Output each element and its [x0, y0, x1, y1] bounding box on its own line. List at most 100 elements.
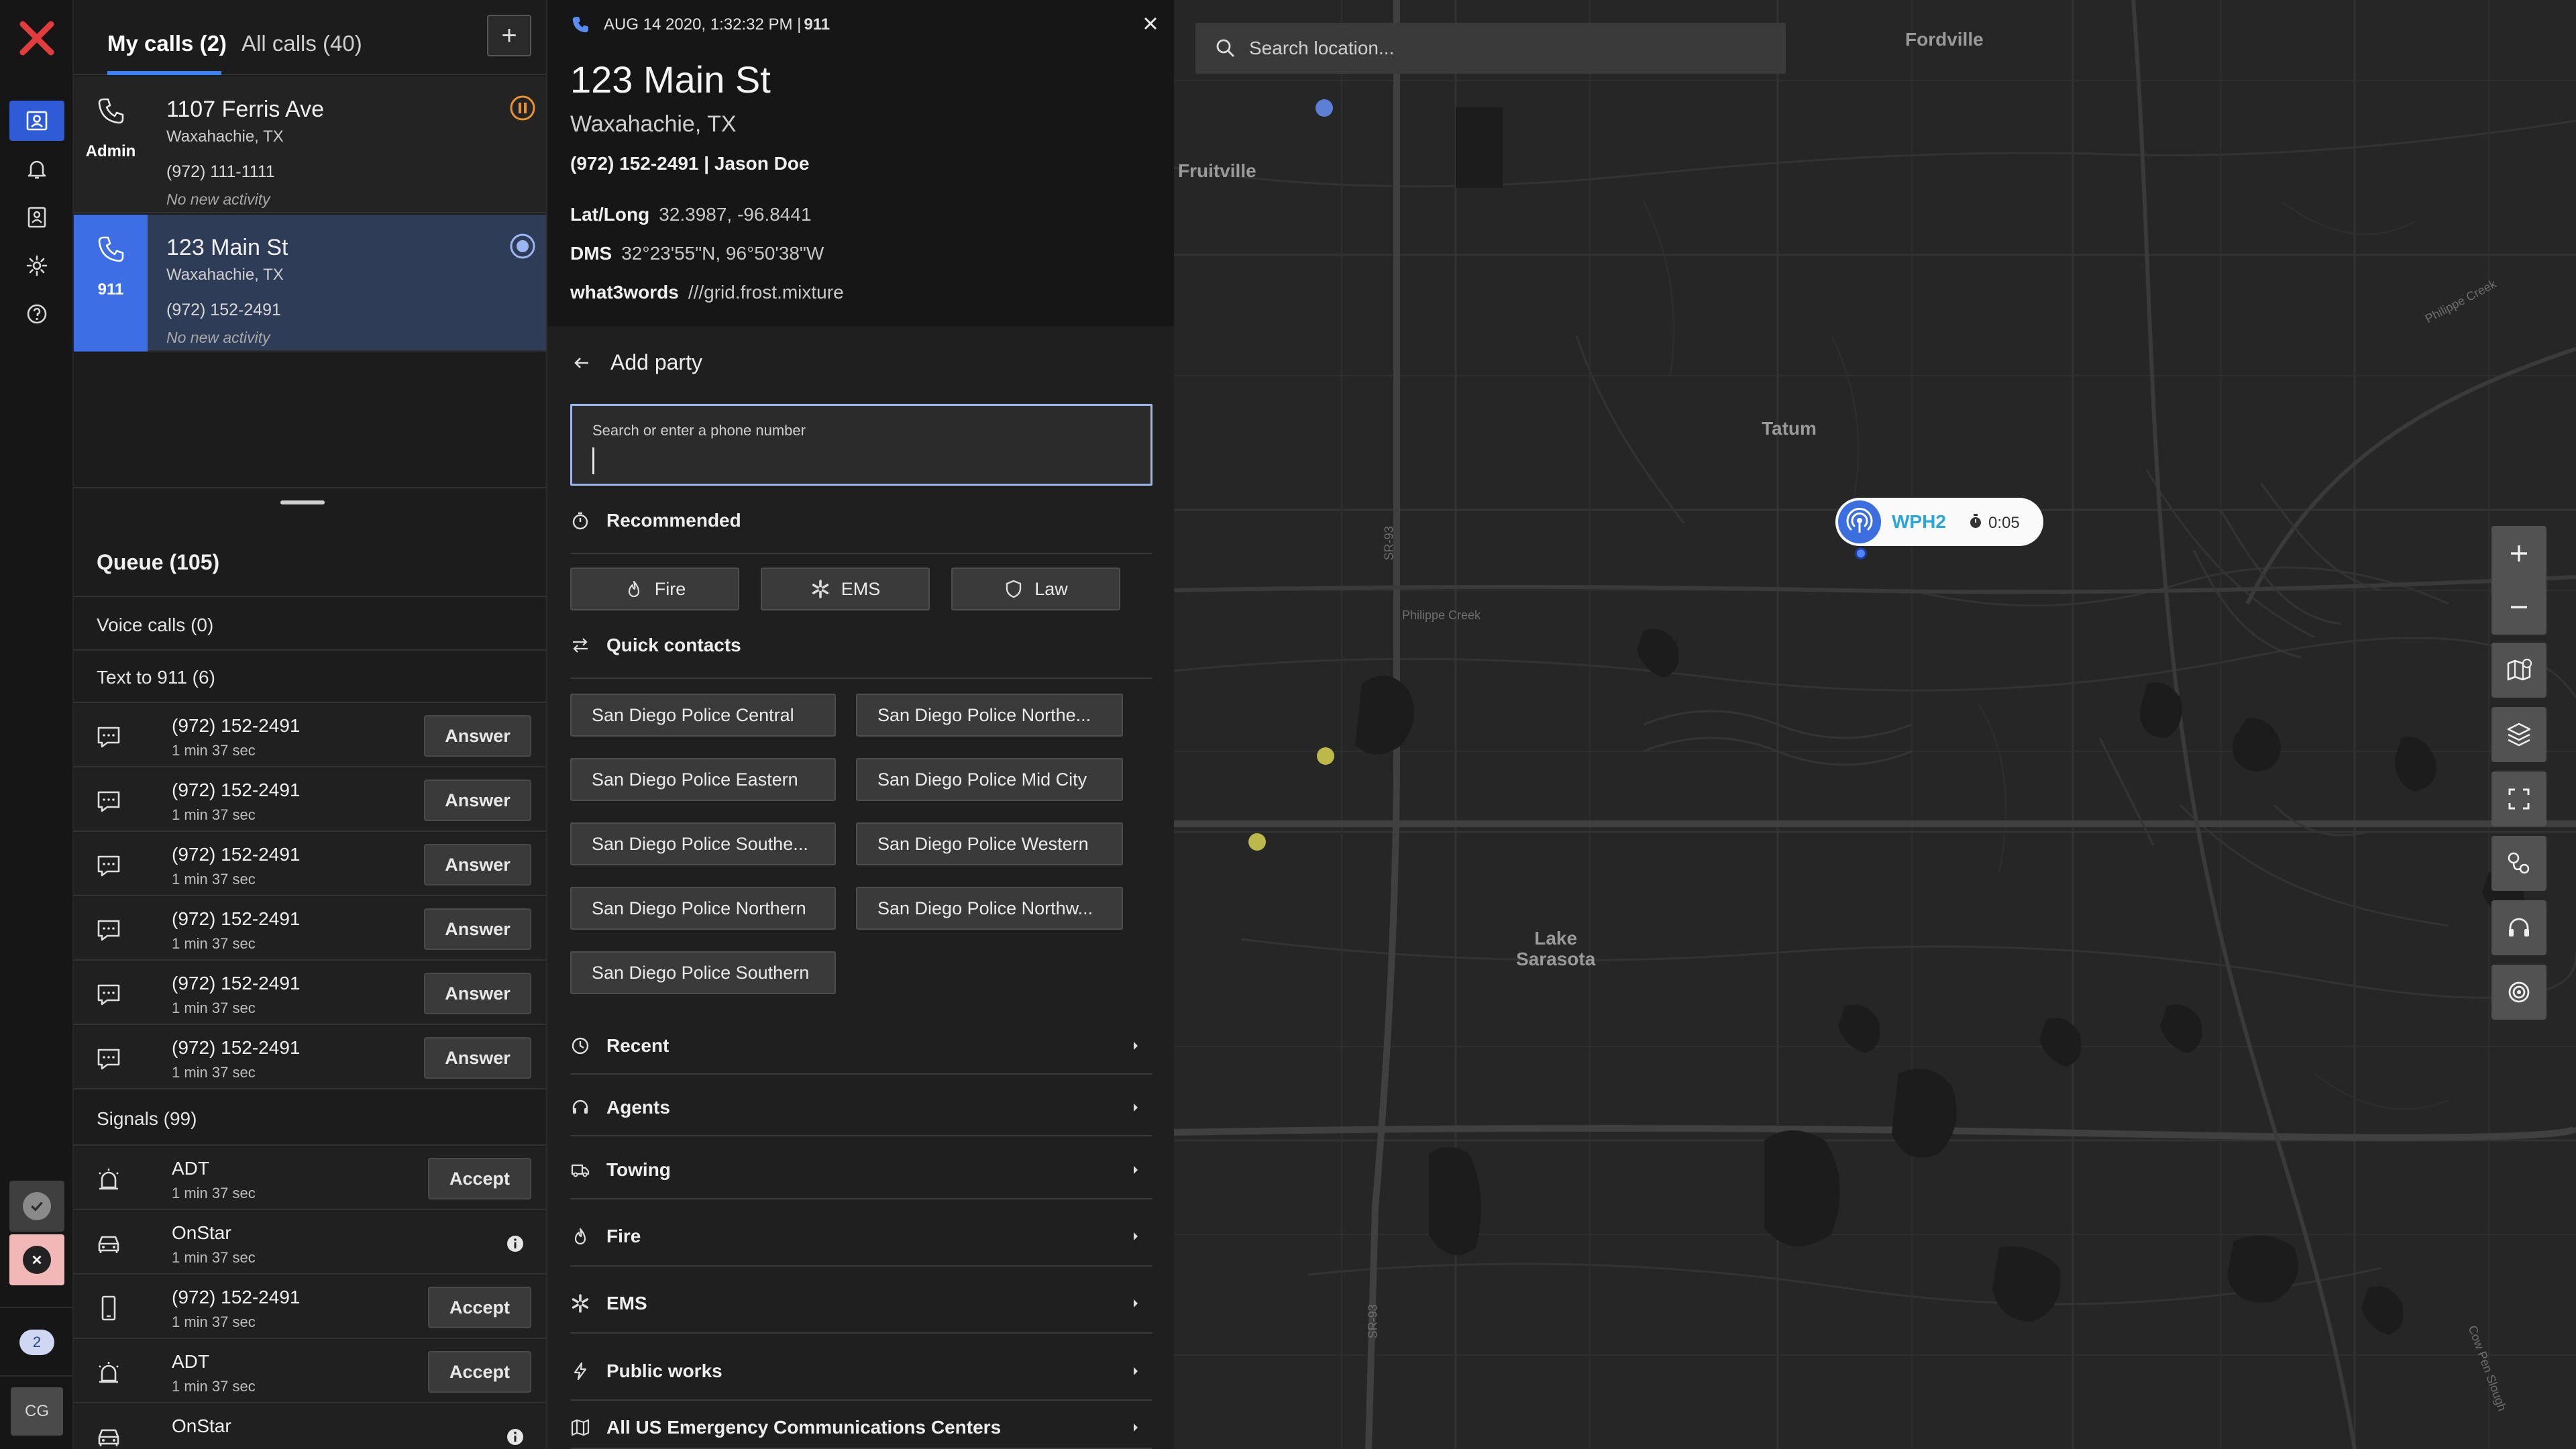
text-queue-row[interactable]: (972) 152-2491 1 min 37 sec Answer — [74, 962, 546, 1025]
signal-queue-row[interactable]: OnStar 1 min 37 sec — [74, 1212, 546, 1275]
answer-button[interactable]: Answer — [424, 844, 531, 885]
map-marker-yellow[interactable] — [1317, 747, 1334, 765]
close-icon[interactable] — [1139, 12, 1162, 35]
signal-duration: 1 min 37 sec — [172, 1378, 256, 1395]
quick-contact-button[interactable]: San Diego Police Northern — [570, 887, 836, 930]
map-legend-button[interactable] — [2491, 643, 2546, 698]
call-phone: (972) 152-2491 — [166, 301, 281, 319]
map-nav-button[interactable] — [9, 101, 64, 141]
answer-button[interactable]: Answer — [424, 908, 531, 950]
call-city: Waxahachie, TX — [166, 127, 284, 146]
map-marker-yellow[interactable] — [1248, 833, 1266, 851]
tab-all-calls[interactable]: All calls (40) — [241, 31, 362, 56]
location-search[interactable] — [1195, 23, 1786, 74]
quick-contact-button[interactable]: San Diego Police Northe... — [856, 694, 1123, 737]
category-all-us-emergency-communications-centers[interactable]: All US Emergency Communications Centers — [570, 1407, 1152, 1449]
accept-button[interactable]: Accept — [428, 1287, 531, 1328]
category-label: Fire — [606, 1226, 641, 1246]
category-ems[interactable]: EMS — [570, 1275, 1152, 1334]
category-fire[interactable]: Fire — [570, 1208, 1152, 1267]
quick-contact-button[interactable]: San Diego Police Central — [570, 694, 836, 737]
timer-icon — [1970, 514, 1981, 528]
quick-contact-button[interactable]: San Diego Police Mid City — [856, 758, 1123, 801]
info-icon[interactable] — [506, 1428, 525, 1446]
call-card[interactable]: Admin 1107 Ferris Ave Waxahachie, TX (97… — [74, 76, 546, 213]
signal-queue-row[interactable]: (972) 152-2491 1 min 37 sec Accept — [74, 1276, 546, 1339]
notification-count-badge[interactable]: 2 — [19, 1330, 54, 1355]
tab-my-calls[interactable]: My calls (2) — [107, 31, 227, 56]
voice-calls-section[interactable]: Voice calls (0) — [97, 614, 213, 636]
app-logo-close-icon[interactable] — [17, 19, 56, 58]
recenter-button[interactable] — [2491, 965, 2546, 1020]
recommend-fire-label: Fire — [654, 578, 686, 599]
category-public-works[interactable]: Public works — [570, 1343, 1152, 1401]
signals-section[interactable]: Signals (99) — [97, 1108, 197, 1130]
text-queue-row[interactable]: (972) 152-2491 1 min 37 sec Answer — [74, 1026, 546, 1089]
agent-locate-button[interactable] — [2491, 900, 2546, 955]
pin-label: WPH2 — [1892, 511, 1946, 532]
answer-button[interactable]: Answer — [424, 1037, 531, 1079]
category-recent[interactable]: Recent — [570, 1018, 1152, 1075]
notifications-nav-button[interactable] — [9, 149, 64, 189]
quick-contact-button[interactable]: San Diego Police Southern — [570, 951, 836, 994]
fullscreen-button[interactable] — [2491, 771, 2546, 826]
text-queue-row[interactable]: (972) 152-2491 1 min 37 sec Answer — [74, 704, 546, 767]
text-to-911-section[interactable]: Text to 911 (6) — [97, 667, 215, 688]
phone-search-label: Search or enter a phone number — [592, 422, 806, 439]
answer-button[interactable]: Answer — [424, 715, 531, 757]
map-marker-blue[interactable] — [1316, 99, 1333, 117]
latlong-label: Lat/Long — [570, 204, 650, 225]
quick-contact-button[interactable]: San Diego Police Eastern — [570, 758, 836, 801]
call-type: 911 — [804, 15, 830, 34]
caller-location-pin[interactable]: WPH2 0:05 — [1835, 498, 2043, 546]
panel-resize-handle[interactable] — [280, 500, 325, 504]
headset-icon — [572, 1099, 588, 1114]
phone-search-input[interactable]: Search or enter a phone number — [570, 404, 1152, 486]
queue-duration: 1 min 37 sec — [172, 806, 256, 823]
zoom-out-button[interactable] — [2491, 580, 2546, 635]
category-agents[interactable]: Agents — [570, 1080, 1152, 1136]
text-queue-row[interactable]: (972) 152-2491 1 min 37 sec Answer — [74, 833, 546, 896]
available-status-button[interactable] — [9, 1181, 64, 1232]
shield-icon — [1006, 580, 1022, 598]
info-icon[interactable] — [506, 1234, 525, 1253]
map-view[interactable]: Fordville Fruitville Tatum Lake Sarasota… — [1174, 0, 2576, 1449]
signal-queue-row[interactable]: ADT 1 min 37 sec Accept — [74, 1340, 546, 1403]
new-call-button[interactable]: + — [487, 15, 531, 56]
contacts-nav-button[interactable] — [9, 197, 64, 237]
recommend-law-button[interactable]: Law — [951, 568, 1120, 610]
recommend-fire-button[interactable]: Fire — [570, 568, 739, 610]
category-towing[interactable]: Towing — [570, 1142, 1152, 1199]
recommend-ems-button[interactable]: EMS — [761, 568, 930, 610]
chevron-right-icon — [1134, 1299, 1138, 1307]
route-button[interactable] — [2491, 836, 2546, 891]
text-queue-row[interactable]: (972) 152-2491 1 min 37 sec Answer — [74, 898, 546, 961]
help-nav-button[interactable] — [9, 294, 64, 334]
accept-button[interactable]: Accept — [428, 1351, 531, 1393]
truck-icon — [571, 1164, 590, 1177]
zoom-in-button[interactable] — [2491, 526, 2546, 581]
answer-button[interactable]: Answer — [424, 973, 531, 1014]
calls-tabs: My calls (2) All calls (40) + — [74, 0, 546, 75]
map-layers-button[interactable] — [2491, 707, 2546, 762]
add-party-header[interactable]: Add party — [570, 350, 702, 375]
unavailable-status-button[interactable] — [9, 1234, 64, 1285]
call-meta: AUG 14 2020, 1:32:32 PM | 911 — [570, 15, 830, 35]
quick-contact-button[interactable]: San Diego Police Southe... — [570, 822, 836, 865]
user-avatar[interactable]: CG — [11, 1387, 63, 1436]
location-search-input[interactable] — [1249, 38, 1759, 59]
signal-queue-row[interactable]: OnStar — [74, 1405, 546, 1449]
quick-contact-button[interactable]: San Diego Police Northw... — [856, 887, 1123, 930]
layers-icon — [2507, 722, 2531, 747]
accept-button[interactable]: Accept — [428, 1158, 531, 1199]
call-card-selected[interactable]: 911 123 Main St Waxahachie, TX (972) 152… — [74, 215, 546, 352]
text-queue-row[interactable]: (972) 152-2491 1 min 37 sec Answer — [74, 769, 546, 832]
queue-phone: (972) 152-2491 — [172, 908, 301, 929]
swap-arrows-icon — [573, 638, 588, 653]
quick-contact-button[interactable]: San Diego Police Western — [856, 822, 1123, 865]
signal-queue-row[interactable]: ADT 1 min 37 sec Accept — [74, 1147, 546, 1210]
chevron-right-icon — [1134, 1166, 1138, 1174]
caller-location-dot — [1855, 547, 1867, 559]
settings-nav-button[interactable] — [9, 246, 64, 286]
answer-button[interactable]: Answer — [424, 780, 531, 821]
